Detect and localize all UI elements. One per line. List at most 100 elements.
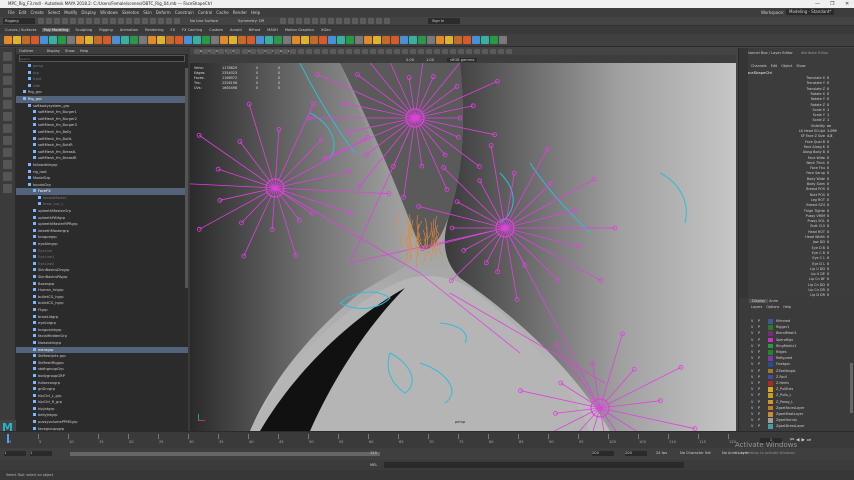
shelf-tool-icon[interactable] [85,36,93,44]
layer-color-swatch[interactable] [768,319,773,324]
viewport-tool-icon[interactable] [194,49,200,54]
shelf-tab-4[interactable]: Animation [118,28,140,32]
menu-modify[interactable]: Modify [64,10,77,15]
status-tool-icon[interactable] [158,18,164,24]
shelf-tab-1[interactable]: Poly Modeling [41,28,71,32]
viewport-tool-icon[interactable] [386,49,392,54]
status-tool-icon[interactable] [62,18,68,24]
shelf-tool-icon[interactable] [256,36,264,44]
outliner-row[interactable]: InputsGrp [16,182,188,189]
status-tool-icon[interactable] [86,18,92,24]
shelf-tool-icon[interactable] [328,36,336,44]
viewport-tool-icon[interactable] [242,49,248,54]
outliner-menu-help[interactable]: Help [80,49,88,53]
outliner-row[interactable]: SkinBasicsDrvgrp [16,267,188,274]
status-tool-icon[interactable] [320,18,326,24]
shelf-tab-2[interactable]: Sculpting [73,28,94,32]
viewport-tool-icon[interactable] [426,49,432,54]
shelf-tool-icon[interactable] [292,36,300,44]
viewport-tool-icon[interactable] [282,49,288,54]
fps-dropdown[interactable]: 24 fps [656,451,667,455]
status-tool-icon[interactable] [126,18,132,24]
shelf-tool-icon[interactable] [139,36,147,44]
shelf-tool-icon[interactable] [130,36,138,44]
shelf-tool-icon[interactable] [499,36,507,44]
viewport-tool-icon[interactable] [482,49,488,54]
shelf-tool-icon[interactable] [346,36,354,44]
status-tool-icon[interactable] [360,18,366,24]
outliner-row[interactable]: FaceFX [16,188,188,195]
layer-color-swatch[interactable] [768,350,773,355]
outliner-row[interactable]: SkinBasicsPAgrp [16,274,188,281]
shelf-tab-3[interactable]: Rigging [97,28,115,32]
outliner-row[interactable]: SkMeshRiggrp [16,360,188,367]
shelf-tab-9[interactable]: Arnold [228,28,244,32]
shelf-tool-icon[interactable] [211,36,219,44]
shelf-tab-8[interactable]: Custom [207,28,225,32]
outliner-row[interactable]: softMesh_fm_Burger3 [16,122,188,129]
menu-render[interactable]: Render [233,10,247,15]
shelf-tool-icon[interactable] [463,36,471,44]
layer-row[interactable]: V P ZgsetDressLayer [751,423,851,430]
status-tool-icon[interactable] [304,18,310,24]
range-start-field[interactable]: 1 [4,451,26,456]
toolbox-tool-icon[interactable] [3,184,12,193]
outliner-row[interactable]: loteethMastergrp [16,228,188,235]
viewport-tool-icon[interactable] [298,49,304,54]
viewport-tool-icon[interactable] [314,49,320,54]
outliner-row[interactable]: softbodysystem_grp [16,103,188,110]
status-tool-icon[interactable] [280,18,286,24]
shelf-tool-icon[interactable] [481,36,489,44]
viewport-tool-icon[interactable] [218,49,224,54]
status-tool-icon[interactable] [296,18,302,24]
status-tool-icon[interactable] [102,18,108,24]
outliner-row[interactable]: tonguegrp [16,234,188,241]
channel-menu-channels[interactable]: Channels [751,64,767,68]
menu-deform[interactable]: Deform [156,10,171,15]
viewport-tool-icon[interactable] [274,49,280,54]
range-max-field[interactable]: 200 [625,451,647,456]
status-tool-icon[interactable] [384,18,390,24]
outliner-row[interactable]: softMesh_fm_Burger1 [16,109,188,116]
outliner-row[interactable]: SkMeshJnts grp [16,353,188,360]
menu-display[interactable]: Display [81,10,96,15]
menu-file[interactable]: File [8,10,15,15]
toolbox-tool-icon[interactable] [3,100,12,109]
viewport-tool-icon[interactable] [394,49,400,54]
shelf-tool-icon[interactable] [67,36,75,44]
shelf-tool-icon[interactable] [175,36,183,44]
minimize-button[interactable]: — [815,0,820,8]
layer-scrollbar[interactable] [850,363,853,413]
symmetry-label[interactable]: Symmetry: Off [238,19,264,23]
shelf-tool-icon[interactable] [409,36,417,44]
layer-color-swatch[interactable] [768,405,773,411]
shelf-tool-icon[interactable] [265,36,273,44]
shelf-tool-icon[interactable] [238,36,246,44]
shelf-tab-12[interactable]: Motion Graphics [283,28,316,32]
shelf-tool-icon[interactable] [103,36,111,44]
viewport-tool-icon[interactable] [322,49,328,54]
layer-color-swatch[interactable] [768,362,773,367]
channel-box-side-tabs[interactable] [739,48,748,298]
viewport-tool-icon[interactable] [210,49,216,54]
outliner-row[interactable]: sbdhgroupGrp [16,366,188,373]
sign-in-button[interactable]: Sign In [428,18,460,24]
shelf-tool-icon[interactable] [184,36,192,44]
status-tool-icon[interactable] [376,18,382,24]
shelf-tool-icon[interactable] [13,36,21,44]
menu-create[interactable]: Create [30,10,43,15]
shelf-tool-icon[interactable] [112,36,120,44]
maximize-button[interactable]: ❐ [830,0,834,8]
viewport-tool-icon[interactable] [474,49,480,54]
shelf-tool-icon[interactable] [283,36,291,44]
viewport-tool-icon[interactable] [466,49,472,54]
outliner-search-input[interactable] [19,55,185,62]
layer-visibility-toggle[interactable]: V [751,423,756,430]
viewport-tool-icon[interactable] [506,49,512,54]
shelf-tool-icon[interactable] [121,36,129,44]
shelf-tool-icon[interactable] [148,36,156,44]
character-set-dropdown[interactable]: No Character Set [680,451,711,455]
status-tool-icon[interactable] [336,18,342,24]
shelf-tool-icon[interactable] [319,36,327,44]
layer-playback-toggle[interactable]: P [758,423,763,430]
